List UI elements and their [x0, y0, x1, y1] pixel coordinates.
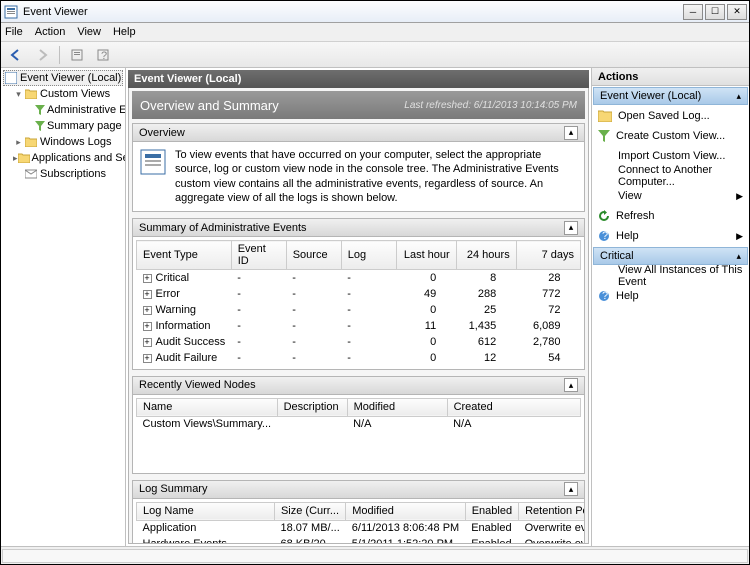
tree-subscriptions[interactable]: Subscriptions — [3, 166, 123, 182]
toolbar: ? — [1, 42, 749, 68]
folder-icon — [24, 87, 38, 101]
tree-pane[interactable]: Event Viewer (Local) ▾ Custom Views Admi… — [1, 68, 126, 546]
overview-text: To view events that have occurred on you… — [175, 148, 578, 205]
action-item[interactable]: Connect to Another Computer... — [592, 166, 749, 186]
collapse-icon[interactable]: ▴ — [564, 126, 578, 140]
blank-icon — [598, 190, 612, 202]
action-item[interactable]: View▶ — [592, 186, 749, 206]
filter-icon — [598, 130, 610, 142]
logsum-table[interactable]: Log Name Size (Curr... Modified Enabled … — [136, 502, 584, 544]
blank-icon — [598, 150, 612, 162]
recent-table[interactable]: Name Description Modified Created Custom… — [136, 398, 581, 433]
actions-pane: Actions Event Viewer (Local)▴ Open Saved… — [591, 68, 749, 546]
maximize-button[interactable]: ☐ — [705, 4, 725, 20]
svg-text:?: ? — [602, 290, 608, 302]
collapse-icon[interactable]: ▴ — [564, 482, 578, 496]
horizontal-scrollbar[interactable] — [2, 549, 748, 563]
expand-icon[interactable]: ▾ — [13, 89, 24, 100]
menu-action[interactable]: Action — [35, 26, 66, 38]
overview-header: Overview and Summary Last refreshed: 6/1… — [132, 91, 585, 119]
blank-icon — [598, 270, 612, 282]
expand-icon[interactable]: ▸ — [13, 137, 24, 148]
collapse-icon[interactable]: ▴ — [564, 378, 578, 392]
action-item[interactable]: Open Saved Log... — [592, 106, 749, 126]
folder-icon — [598, 110, 612, 122]
center-header: Event Viewer (Local) — [128, 70, 589, 88]
table-row[interactable]: +Error---49288772 — [137, 286, 581, 302]
forward-button[interactable] — [31, 45, 53, 65]
title-bar: Event Viewer ─ ☐ ✕ — [1, 1, 749, 23]
summary-table[interactable]: Event Type Event ID Source Log Last hour… — [136, 240, 581, 366]
info-icon — [139, 148, 167, 176]
action-item[interactable]: ?Help — [592, 286, 749, 306]
collapse-icon[interactable]: ▴ — [736, 251, 741, 262]
menu-bar: File Action View Help — [1, 23, 749, 42]
actions-group-critical: Critical▴ — [593, 247, 748, 265]
table-row[interactable]: Custom Views\Summary... N/A N/A — [137, 416, 581, 432]
actions-header: Actions — [592, 68, 749, 86]
refresh-icon — [598, 210, 610, 222]
filter-icon — [35, 119, 45, 133]
table-row[interactable]: +Audit Success---06122,780 — [137, 334, 581, 350]
table-row[interactable]: +Information---111,4356,089 — [137, 318, 581, 334]
table-row[interactable]: Hardware Events68 KB/20 ...5/1/2011 1:52… — [137, 536, 585, 544]
tree-windows-logs[interactable]: ▸ Windows Logs — [3, 134, 123, 150]
back-button[interactable] — [5, 45, 27, 65]
properties-button[interactable] — [66, 45, 88, 65]
overview-section: Overview▴ To view events that have occur… — [132, 123, 585, 212]
tree-root[interactable]: Event Viewer (Local) — [3, 70, 123, 86]
table-row[interactable]: +Warning---02572 — [137, 302, 581, 318]
actions-group-local: Event Viewer (Local)▴ — [593, 87, 748, 105]
menu-file[interactable]: File — [5, 26, 23, 38]
folder-icon — [24, 135, 38, 149]
help-icon: ? — [598, 230, 610, 242]
collapse-icon[interactable]: ▴ — [564, 221, 578, 235]
filter-icon — [35, 103, 45, 117]
app-icon — [3, 4, 19, 20]
action-item[interactable]: Import Custom View... — [592, 146, 749, 166]
table-row[interactable]: +Audit Failure---01254 — [137, 350, 581, 366]
svg-text:?: ? — [101, 50, 107, 62]
action-item[interactable]: Refresh — [592, 206, 749, 226]
window-title: Event Viewer — [23, 6, 683, 18]
tree-custom-views[interactable]: ▾ Custom Views — [3, 86, 123, 102]
menu-help[interactable]: Help — [113, 26, 136, 38]
tree-app-services[interactable]: ▸ Applications and Services Lo — [3, 150, 123, 166]
logsum-section: Log Summary▴ Log Name Size (Curr... Modi… — [132, 480, 585, 544]
minimize-button[interactable]: ─ — [683, 4, 703, 20]
blank-icon — [598, 170, 612, 182]
close-button[interactable]: ✕ — [727, 4, 747, 20]
help-icon: ? — [598, 290, 610, 302]
table-row[interactable]: Application18.07 MB/...6/11/2013 8:06:48… — [137, 520, 585, 536]
status-bar — [1, 546, 749, 564]
action-item[interactable]: Create Custom View... — [592, 126, 749, 146]
recent-section: Recently Viewed Nodes▴ Name Description … — [132, 376, 585, 474]
center-pane: Event Viewer (Local) Overview and Summar… — [126, 68, 591, 546]
help-button[interactable]: ? — [92, 45, 114, 65]
tree-summary-events[interactable]: Summary page events — [3, 118, 123, 134]
table-row[interactable]: +Critical---0828 — [137, 270, 581, 286]
action-item[interactable]: View All Instances of This Event — [592, 266, 749, 286]
subscription-icon — [24, 167, 38, 181]
action-item[interactable]: ?Help▶ — [592, 226, 749, 246]
event-viewer-icon — [4, 71, 18, 85]
collapse-icon[interactable]: ▴ — [736, 91, 741, 102]
tree-admin-events[interactable]: Administrative Events — [3, 102, 123, 118]
folder-icon — [18, 151, 30, 165]
svg-text:?: ? — [602, 230, 608, 242]
summary-section: Summary of Administrative Events▴ Event … — [132, 218, 585, 370]
menu-view[interactable]: View — [77, 26, 101, 38]
